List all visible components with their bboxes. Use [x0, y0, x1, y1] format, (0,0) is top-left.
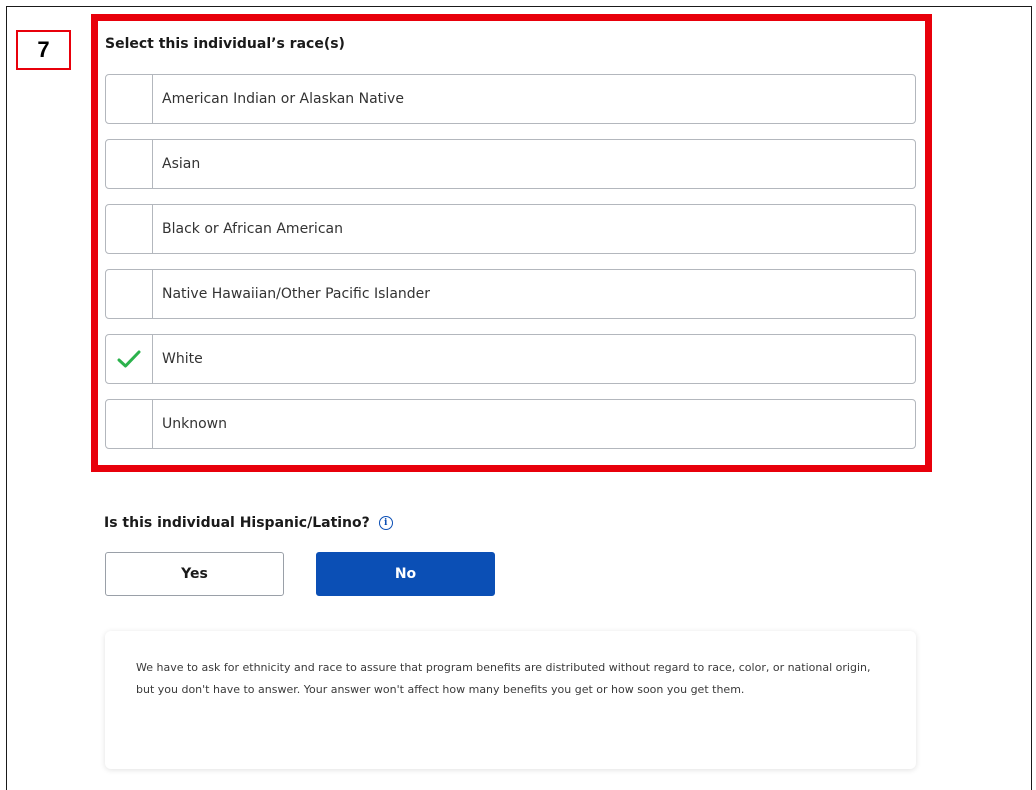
- disclaimer-text: We have to ask for ethnicity and race to…: [136, 661, 871, 696]
- race-option-label: Native Hawaiian/Other Pacific Islander: [162, 286, 431, 302]
- yes-button[interactable]: Yes: [105, 552, 284, 596]
- checkbox-checked[interactable]: [106, 335, 153, 383]
- race-option-label: Asian: [162, 156, 201, 172]
- checkbox[interactable]: [106, 270, 153, 318]
- race-option-black[interactable]: Black or African American: [105, 204, 916, 254]
- race-option-white[interactable]: White: [105, 334, 916, 384]
- checkbox[interactable]: [106, 140, 153, 188]
- checkmark-icon: [117, 350, 141, 368]
- race-option-native-hawaiian[interactable]: Native Hawaiian/Other Pacific Islander: [105, 269, 916, 319]
- checkbox[interactable]: [106, 205, 153, 253]
- checkbox[interactable]: [106, 75, 153, 123]
- race-option-asian[interactable]: Asian: [105, 139, 916, 189]
- checkbox[interactable]: [106, 400, 153, 448]
- hispanic-question-label: Is this individual Hispanic/Latino?: [104, 515, 370, 531]
- race-options-list: American Indian or Alaskan Native Asian …: [105, 74, 916, 464]
- race-option-label: Unknown: [162, 416, 227, 432]
- info-icon[interactable]: i: [378, 516, 393, 530]
- race-option-american-indian[interactable]: American Indian or Alaskan Native: [105, 74, 916, 124]
- hispanic-question: Is this individual Hispanic/Latino? i: [104, 515, 393, 531]
- race-question-title: Select this individual’s race(s): [105, 36, 345, 52]
- race-option-label: Black or African American: [162, 221, 343, 237]
- race-option-unknown[interactable]: Unknown: [105, 399, 916, 449]
- race-option-label: White: [162, 351, 203, 367]
- step-number-badge: 7: [16, 30, 71, 70]
- ethnicity-disclaimer-card: We have to ask for ethnicity and race to…: [105, 631, 916, 769]
- race-option-label: American Indian or Alaskan Native: [162, 91, 404, 107]
- no-button[interactable]: No: [316, 552, 495, 596]
